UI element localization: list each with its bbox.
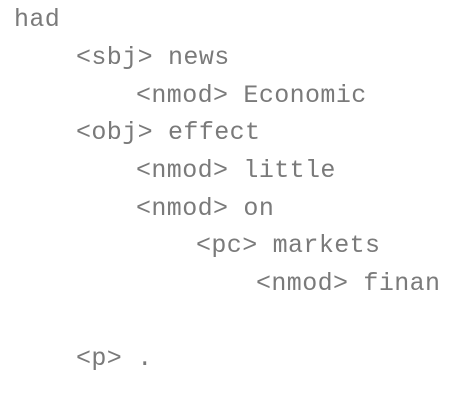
node-word: finan xyxy=(363,269,441,298)
tree-node: <nmod> Economic xyxy=(136,81,367,111)
node-word: Economic xyxy=(243,81,367,110)
node-relation: <nmod> xyxy=(136,81,229,110)
tree-node: <nmod> on xyxy=(136,194,274,224)
node-word: news xyxy=(168,43,230,72)
node-relation: <p> xyxy=(76,344,123,373)
node-word: effect xyxy=(168,118,261,147)
node-word: markets xyxy=(272,231,381,260)
tree-node: <p>. xyxy=(76,344,153,374)
node-word: . xyxy=(137,344,153,373)
node-relation: <nmod> xyxy=(256,269,349,298)
tree-node: <sbj> news xyxy=(76,43,230,73)
dependency-tree: had <sbj> news <nmod> Economic <obj> effect… xyxy=(0,0,470,408)
tree-node: <nmod> little xyxy=(136,156,336,186)
node-relation: <nmod> xyxy=(136,156,229,185)
tree-node: <obj> effect xyxy=(76,118,260,148)
node-word: on xyxy=(243,194,275,223)
tree-node: <nmod> finan xyxy=(256,269,440,299)
tree-node: <pc> markets xyxy=(196,231,380,261)
node-relation: <obj> xyxy=(76,118,154,147)
node-word: had xyxy=(14,5,61,34)
node-relation: <pc> xyxy=(196,231,258,260)
node-relation: <sbj> xyxy=(76,43,154,72)
tree-root: had xyxy=(14,5,60,35)
node-relation: <nmod> xyxy=(136,194,229,223)
node-word: little xyxy=(243,156,336,185)
